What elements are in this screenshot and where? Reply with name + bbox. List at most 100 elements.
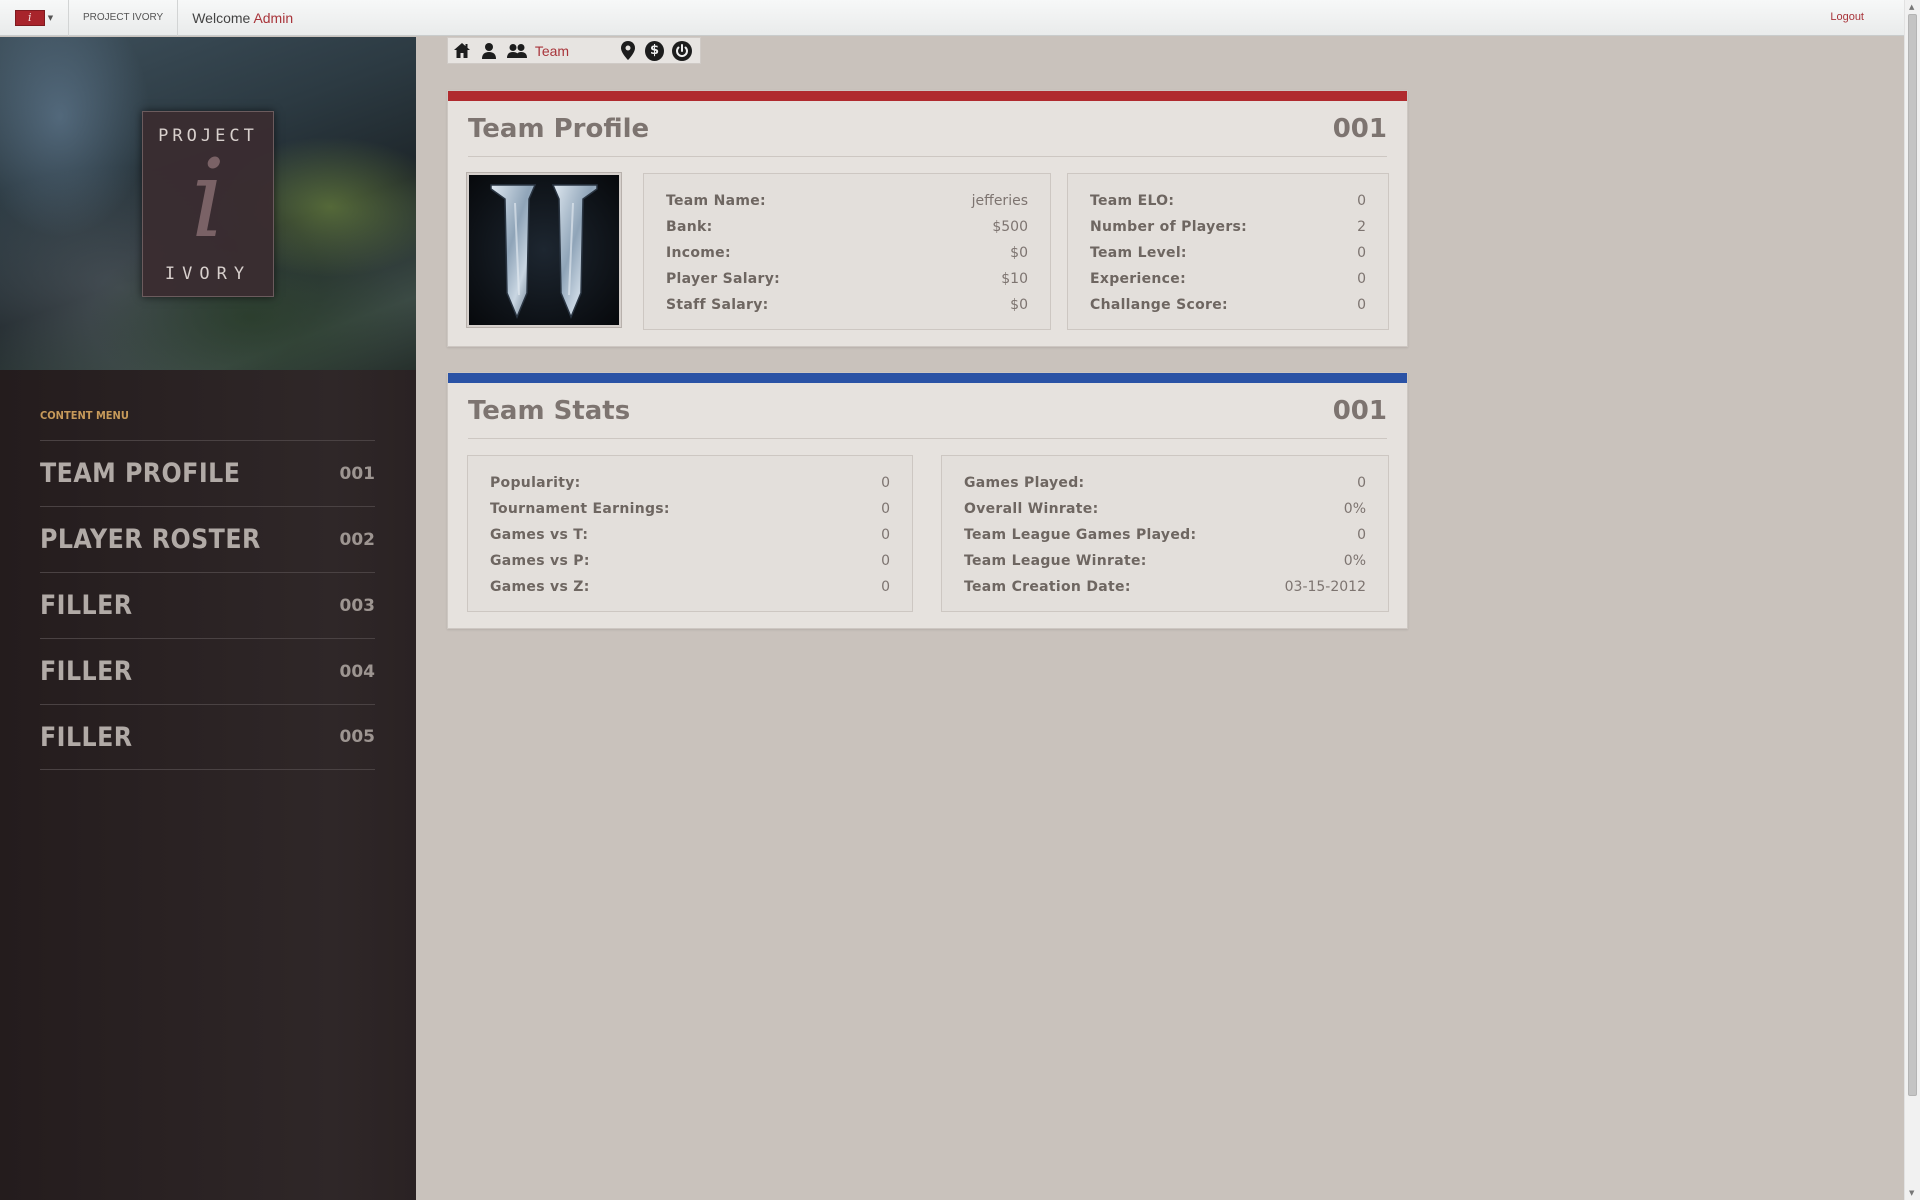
stat-value: 2	[1357, 219, 1366, 235]
menu-item-player-roster[interactable]: PLAYER ROSTER 002	[40, 506, 375, 572]
stat-row: Experience: 0	[1090, 266, 1366, 292]
menu-item-filler-2[interactable]: FILLER 004	[40, 638, 375, 704]
stat-label: Games vs Z:	[490, 579, 590, 595]
stat-row: Player Salary: $10	[666, 266, 1028, 292]
sidebar-hero-image: PROJECT i IVORY	[0, 37, 416, 370]
menu-item-number: 002	[339, 529, 376, 550]
brand-dropdown[interactable]: i ▼	[0, 0, 69, 36]
stat-row: Games Played: 0	[964, 470, 1366, 496]
stat-row: Games vs T: 0	[490, 522, 890, 548]
stat-label: Games vs T:	[490, 527, 589, 543]
top-navbar: i ▼ PROJECT IVORY Welcome Admin Logout	[0, 0, 1904, 36]
content-menu-heading: CONTENT MENU	[40, 409, 129, 422]
power-icon[interactable]	[671, 40, 692, 61]
stat-label: Games Played:	[964, 475, 1085, 491]
users-icon[interactable]	[506, 41, 527, 61]
stat-label: Games vs P:	[490, 553, 590, 569]
menu-item-label: FILLER	[40, 590, 133, 621]
team-profile-panel: Team Profile 001 Team Name: jefferies Ba…	[447, 90, 1408, 347]
scroll-down-icon[interactable]: ▼	[1909, 1189, 1914, 1197]
stat-label: Team ELO:	[1090, 193, 1175, 209]
team-rating-box: Team ELO: 0 Number of Players: 2 Team Leve…	[1067, 173, 1389, 330]
brand-logo: i	[14, 9, 45, 26]
user-icon[interactable]	[480, 41, 499, 61]
stat-row: Bank: $500	[666, 214, 1028, 240]
stat-label: Team League Winrate:	[964, 553, 1147, 569]
caret-down-icon: ▼	[47, 13, 54, 22]
stat-row: Tournament Earnings: 0	[490, 496, 890, 522]
stat-label: Income:	[666, 245, 731, 261]
logo-bottom-text: IVORY	[164, 264, 252, 284]
panel-title: Team Stats	[468, 395, 631, 426]
stat-value: 0	[1357, 527, 1366, 543]
panel-accent-bar	[448, 91, 1407, 101]
stat-row: Income: $0	[666, 240, 1028, 266]
site-name-link[interactable]: PROJECT IVORY	[69, 0, 179, 36]
stat-value: 0	[1357, 193, 1366, 209]
stat-row: Games vs Z: 0	[490, 574, 890, 600]
scroll-thumb[interactable]	[1908, 14, 1917, 1096]
menu-item-filler-1[interactable]: FILLER 003	[40, 572, 375, 638]
menu-item-number: 004	[339, 661, 376, 682]
stat-value: 03-15-2012	[1284, 579, 1366, 595]
stat-value: 0	[881, 579, 890, 595]
toolbar-team-label[interactable]: Team	[535, 43, 618, 59]
stat-value: $0	[1010, 245, 1028, 261]
stat-row: Number of Players: 2	[1090, 214, 1366, 240]
menu-item-number: 005	[339, 727, 376, 747]
team-stats-panel: Team Stats 001 Popularity: 0 Tournament E…	[447, 372, 1408, 629]
panel-number: 001	[1332, 395, 1387, 426]
stat-value: 0%	[1343, 501, 1366, 517]
stat-value: 0	[881, 527, 890, 543]
stat-label: Tournament Earnings:	[490, 501, 670, 517]
stat-label: Challange Score:	[1090, 297, 1228, 313]
scroll-up-icon[interactable]: ▲	[1909, 3, 1914, 11]
team-finance-box: Team Name: jefferies Bank: $500 Income: $0 …	[643, 173, 1051, 330]
welcome-message: Welcome Admin	[178, 10, 293, 26]
stat-row: Team League Games Played: 0	[964, 522, 1366, 548]
stat-label: Experience:	[1090, 271, 1186, 287]
stat-row: Popularity: 0	[490, 470, 890, 496]
stat-value: 0	[1357, 271, 1366, 287]
menu-item-team-profile[interactable]: TEAM PROFILE 001	[40, 440, 375, 506]
stat-value: 0	[881, 475, 890, 491]
panel-header: Team Profile 001	[468, 101, 1387, 157]
menu-item-label: PLAYER ROSTER	[40, 524, 261, 555]
logout-link[interactable]: Logout	[1830, 11, 1864, 23]
stat-row: Games vs P: 0	[490, 548, 890, 574]
welcome-prefix: Welcome	[192, 9, 251, 26]
stat-label: Bank:	[666, 219, 713, 235]
stat-label: Team Name:	[666, 193, 766, 209]
panel-header: Team Stats 001	[468, 383, 1387, 439]
stat-row: Staff Salary: $0	[666, 292, 1028, 318]
stat-row: Team League Winrate: 0%	[964, 548, 1366, 574]
home-icon[interactable]	[453, 41, 472, 61]
team-toolbar: Team $	[447, 37, 701, 64]
stat-label: Team League Games Played:	[964, 527, 1197, 543]
panel-number: 001	[1332, 113, 1387, 144]
stat-value: 0	[1357, 297, 1366, 313]
dollar-icon[interactable]: $	[645, 40, 664, 61]
map-pin-icon[interactable]	[618, 41, 637, 61]
project-ivory-logo[interactable]: PROJECT i IVORY	[142, 111, 274, 297]
content-menu: TEAM PROFILE 001 PLAYER ROSTER 002 FILLE…	[40, 440, 375, 770]
team-logo-image	[467, 173, 621, 327]
stat-row: Challange Score: 0	[1090, 292, 1366, 318]
stat-row: Team Name: jefferies	[666, 188, 1028, 214]
stat-label: Popularity:	[490, 475, 581, 491]
welcome-user-link[interactable]: Admin	[253, 10, 293, 26]
stat-label: Player Salary:	[666, 271, 781, 287]
vertical-scrollbar[interactable]: ▲ ▼	[1904, 0, 1920, 1200]
menu-item-label: TEAM PROFILE	[40, 458, 241, 489]
stat-value: $0	[1010, 297, 1028, 313]
stat-row: Team Level: 0	[1090, 240, 1366, 266]
menu-item-filler-3[interactable]: FILLER 005	[40, 704, 375, 770]
stat-value: 0	[1357, 245, 1366, 261]
menu-item-number: 001	[339, 463, 376, 484]
stat-label: Staff Salary:	[666, 297, 769, 313]
menu-item-label: FILLER	[40, 656, 133, 687]
stat-label: Team Level:	[1090, 245, 1187, 261]
stat-row: Team Creation Date: 03-15-2012	[964, 574, 1366, 600]
menu-item-number: 003	[339, 595, 376, 616]
stat-value: 0%	[1343, 553, 1366, 569]
